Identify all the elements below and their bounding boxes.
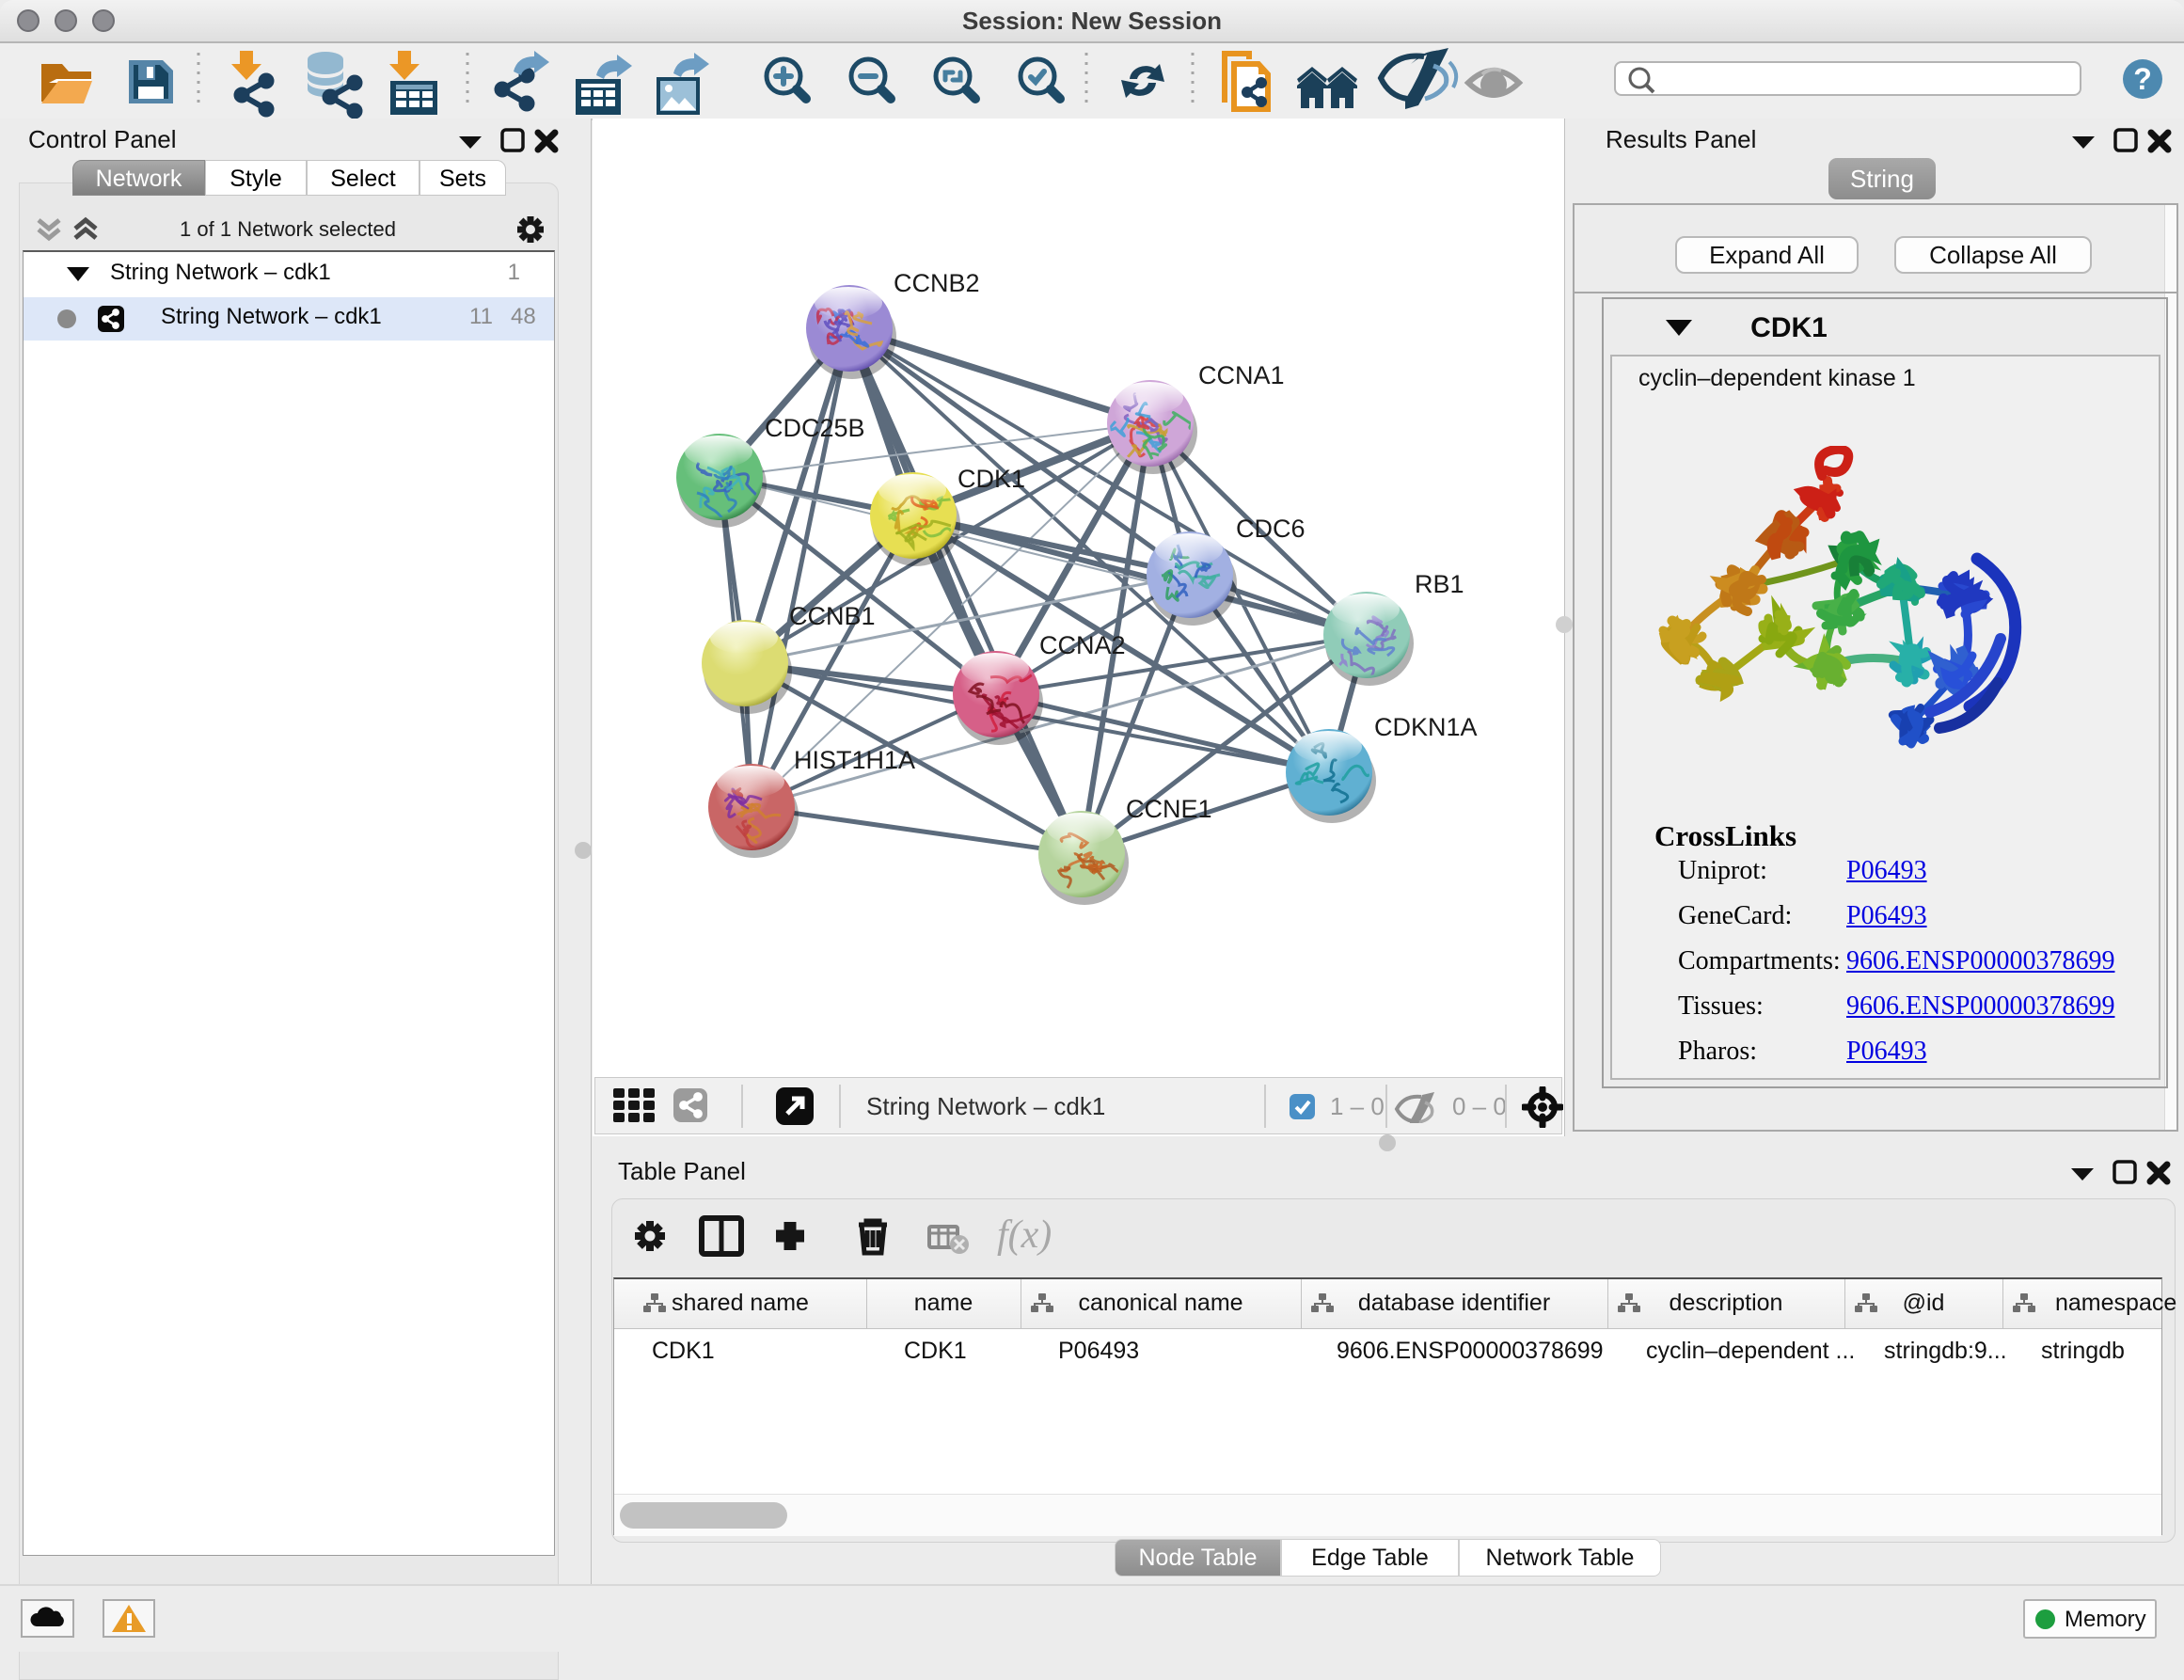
svg-text:HIST1H1A: HIST1H1A xyxy=(794,746,915,774)
svg-text:CDC25B: CDC25B xyxy=(765,414,865,442)
svg-text:CCNA2: CCNA2 xyxy=(1039,631,1126,659)
svg-text:f(x): f(x) xyxy=(997,1215,1052,1257)
svg-text:CDC6: CDC6 xyxy=(1236,515,1306,543)
svg-text:CDK1: CDK1 xyxy=(957,465,1025,493)
svg-text:RB1: RB1 xyxy=(1415,570,1464,598)
svg-text:CCNB2: CCNB2 xyxy=(894,269,980,297)
svg-text:CCNA1: CCNA1 xyxy=(1198,361,1285,389)
svg-text:CDKN1A: CDKN1A xyxy=(1374,713,1478,741)
svg-text:CCNE1: CCNE1 xyxy=(1126,795,1212,823)
svg-text:CCNB1: CCNB1 xyxy=(789,602,876,630)
